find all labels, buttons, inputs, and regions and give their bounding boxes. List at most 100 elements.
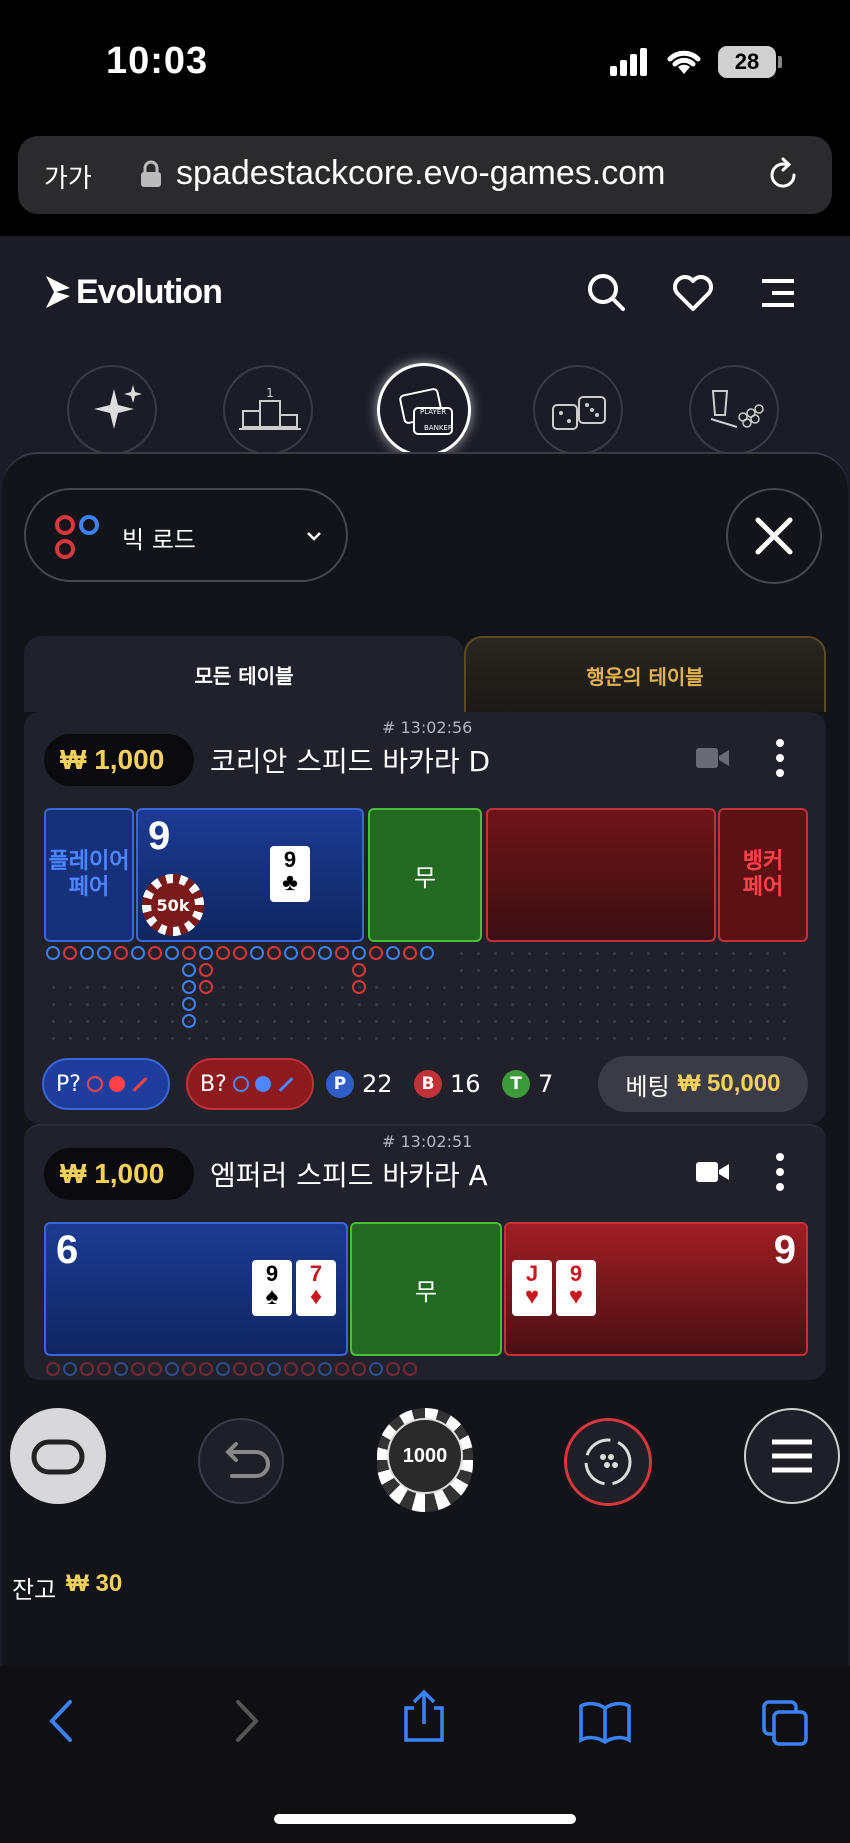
banker-prediction-button[interactable]: B? bbox=[186, 1058, 314, 1110]
video-icon[interactable] bbox=[696, 746, 730, 770]
road-grid-dot bbox=[749, 1003, 752, 1006]
bookmarks-icon[interactable] bbox=[578, 1700, 632, 1745]
road-grid-dot bbox=[647, 986, 650, 989]
round-timestamp: # 13:02:51 bbox=[382, 1132, 473, 1151]
url-text[interactable]: spadestackcore.evo-games.com bbox=[176, 154, 665, 193]
road-grid-dot bbox=[562, 1003, 565, 1006]
road-grid-dot bbox=[613, 952, 616, 955]
player-spot[interactable]: 6 9 ♠ 7 ♦ bbox=[44, 1222, 348, 1356]
road-dot bbox=[114, 946, 128, 960]
undo-icon bbox=[225, 1442, 270, 1478]
more-options-icon[interactable] bbox=[772, 738, 788, 778]
player-spot[interactable]: 9 9 ♣ 50k bbox=[136, 808, 364, 942]
favorites-icon[interactable] bbox=[672, 274, 714, 312]
player-pair-spot[interactable]: 플레이어 페어 bbox=[44, 808, 134, 942]
banker-pair-spot[interactable]: 뱅커 페어 bbox=[718, 808, 808, 942]
reload-icon[interactable] bbox=[764, 156, 802, 194]
road-grid-dot bbox=[477, 969, 480, 972]
category-featured-icon[interactable] bbox=[67, 365, 157, 455]
tab-lucky-tables[interactable]: 행운의 테이블 bbox=[464, 636, 826, 712]
road-grid-dot bbox=[460, 1003, 463, 1006]
road-dot bbox=[352, 946, 366, 960]
road-dot bbox=[284, 1362, 298, 1376]
road-grid-dot bbox=[137, 1037, 140, 1040]
banker-spot[interactable] bbox=[486, 808, 716, 942]
forward-icon[interactable] bbox=[232, 1698, 262, 1744]
road-grid-dot bbox=[715, 986, 718, 989]
menu-button[interactable] bbox=[744, 1408, 840, 1504]
repeat-bet-button[interactable] bbox=[564, 1418, 652, 1506]
tie-spot[interactable]: 무 bbox=[368, 808, 482, 942]
table-card[interactable]: # 13:02:51 ₩ 1,000 엠퍼러 스피드 바카라 A 6 9 ♠ 7… bbox=[24, 1124, 826, 1380]
road-grid-dot bbox=[188, 1020, 191, 1023]
road-grid-dot bbox=[171, 1020, 174, 1023]
road-grid-dot bbox=[409, 986, 412, 989]
road-grid-dot bbox=[511, 952, 514, 955]
road-grid-dot bbox=[647, 1020, 650, 1023]
road-dot bbox=[386, 946, 400, 960]
url-bar[interactable]: 가가 spadestackcore.evo-games.com bbox=[18, 136, 832, 214]
road-grid-dot bbox=[613, 969, 616, 972]
road-grid-dot bbox=[154, 986, 157, 989]
road-dot bbox=[216, 946, 230, 960]
road-grid-dot bbox=[579, 1020, 582, 1023]
category-ranking-icon[interactable]: 1 bbox=[223, 365, 313, 455]
road-grid-dot bbox=[103, 986, 106, 989]
bet-limit: ₩ 1,000 bbox=[44, 734, 194, 786]
road-dot bbox=[63, 946, 77, 960]
road-grid-dot bbox=[732, 1020, 735, 1023]
player-card: 9 ♠ bbox=[252, 1260, 292, 1316]
road-grid-dot bbox=[732, 969, 735, 972]
road-grid-dot bbox=[477, 986, 480, 989]
road-grid-dot bbox=[613, 1003, 616, 1006]
road-dot bbox=[80, 1362, 94, 1376]
back-icon[interactable] bbox=[46, 1698, 76, 1744]
repeat-icon bbox=[584, 1438, 632, 1486]
category-dice-icon[interactable] bbox=[533, 365, 623, 455]
more-options-icon[interactable] bbox=[772, 1152, 788, 1192]
table-shape-icon bbox=[31, 1439, 85, 1475]
table-view-button[interactable] bbox=[10, 1408, 106, 1504]
road-selector[interactable]: 빅 로드 bbox=[24, 488, 348, 582]
road-grid-dot bbox=[545, 986, 548, 989]
road-dot bbox=[403, 946, 417, 960]
road-grid-dot bbox=[358, 1003, 361, 1006]
player-card: 7 ♦ bbox=[296, 1260, 336, 1316]
category-poker-chips-icon[interactable] bbox=[689, 365, 779, 455]
road-grid-dot bbox=[579, 1003, 582, 1006]
undo-button[interactable] bbox=[198, 1418, 284, 1504]
battery-icon: 28 bbox=[718, 46, 776, 78]
tie-spot[interactable]: 무 bbox=[350, 1222, 502, 1356]
road-grid-dot bbox=[681, 969, 684, 972]
road-grid-dot bbox=[715, 1037, 718, 1040]
card-rank: J bbox=[525, 1261, 539, 1286]
road-grid-dot bbox=[409, 1020, 412, 1023]
text-size-button[interactable]: 가가 bbox=[44, 158, 92, 195]
road-grid-dot bbox=[545, 1020, 548, 1023]
road-grid-dot bbox=[120, 1037, 123, 1040]
banker-count-badge: B bbox=[414, 1070, 442, 1098]
category-baccarat-icon[interactable]: PLAYER BANKER bbox=[377, 363, 471, 457]
menu-icon[interactable] bbox=[758, 278, 798, 308]
road-dot bbox=[199, 963, 213, 977]
video-icon[interactable] bbox=[696, 1160, 730, 1184]
share-icon[interactable] bbox=[402, 1688, 446, 1744]
close-button[interactable] bbox=[726, 488, 822, 584]
banker-prediction-label: B? bbox=[200, 1071, 227, 1097]
tab-all-tables[interactable]: 모든 테이블 bbox=[24, 636, 464, 712]
chip-selector[interactable]: 1000 bbox=[377, 1408, 473, 1512]
search-icon[interactable] bbox=[586, 272, 626, 312]
road-grid-dot bbox=[783, 1037, 786, 1040]
player-prediction-button[interactable]: P? bbox=[42, 1058, 170, 1110]
banker-spot[interactable]: 9 J ♥ 9 ♥ bbox=[504, 1222, 808, 1356]
prediction-dot-icon bbox=[254, 1076, 271, 1092]
road-label: 빅 로드 bbox=[122, 526, 196, 554]
road-dot bbox=[267, 1362, 281, 1376]
tie-count-value: 7 bbox=[538, 1070, 554, 1098]
road-grid-dot bbox=[664, 1003, 667, 1006]
road-grid-dot bbox=[766, 1037, 769, 1040]
road-dot bbox=[131, 1362, 145, 1376]
road-dot bbox=[352, 963, 366, 977]
tabs-icon[interactable] bbox=[760, 1698, 810, 1748]
table-card[interactable]: # 13:02:56 ₩ 1,000 코리안 스피드 바카라 D 플레이어 페어… bbox=[24, 712, 826, 1124]
